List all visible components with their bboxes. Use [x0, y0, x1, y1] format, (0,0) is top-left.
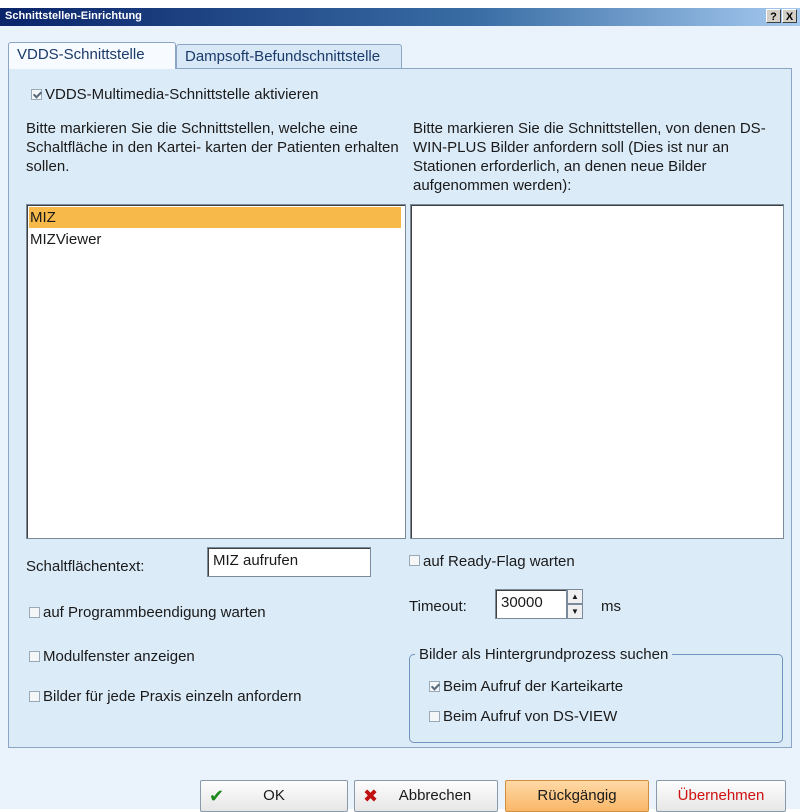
button-text-input[interactable]: MIZ aufrufen — [207, 547, 371, 577]
timeout-label: Timeout: — [409, 598, 467, 615]
button-interfaces-list[interactable]: MIZ MIZViewer — [26, 204, 406, 539]
cancel-button[interactable]: ✖ Abbrechen — [354, 780, 498, 812]
button-text-label: Schaltflächentext: — [26, 558, 145, 575]
tab-vdds[interactable]: VDDS-Schnittstelle — [8, 42, 176, 69]
undo-label: Rückgängig — [537, 787, 617, 804]
timeout-spinner[interactable]: ▲ ▼ — [567, 589, 583, 619]
list-item-mizviewer[interactable]: MIZViewer — [29, 229, 401, 250]
wait-program-end-checkbox[interactable] — [29, 607, 40, 618]
close-button[interactable]: X — [782, 9, 797, 23]
images-per-practice-checkbox[interactable] — [29, 691, 40, 702]
tab-panel-vdds: VDDS-Multimedia-Schnittstelle aktivieren… — [8, 68, 792, 748]
wait-program-end-label: auf Programmbeendigung warten — [43, 604, 266, 621]
background-search-group — [409, 654, 783, 743]
title-bar: Schnittstellen-Einrichtung ? X — [0, 8, 800, 26]
cancel-label: Abbrechen — [398, 787, 472, 804]
timeout-input[interactable]: 30000 — [495, 589, 567, 619]
apply-label: Übernehmen — [677, 787, 765, 804]
images-per-practice-label: Bilder für jede Praxis einzeln anfordern — [43, 688, 302, 705]
show-module-window-checkbox[interactable] — [29, 651, 40, 662]
on-card-open-checkbox[interactable] — [429, 681, 440, 692]
undo-button[interactable]: Rückgängig — [505, 780, 649, 812]
wait-ready-flag-checkbox[interactable] — [409, 555, 420, 566]
on-dsview-open-checkbox[interactable] — [429, 711, 440, 722]
wait-ready-flag-label: auf Ready-Flag warten — [423, 553, 575, 570]
window-title: Schnittstellen-Einrichtung — [5, 10, 142, 22]
spin-down-icon[interactable]: ▼ — [567, 604, 583, 619]
show-module-window-label: Modulfenster anzeigen — [43, 648, 195, 665]
list-item-miz[interactable]: MIZ — [29, 207, 401, 228]
ok-button[interactable]: ✔ OK — [200, 780, 348, 812]
image-request-interfaces-list[interactable] — [410, 204, 784, 539]
right-instruction: Bitte markieren Sie die Schnittstellen, … — [413, 120, 766, 194]
help-button[interactable]: ? — [766, 9, 781, 23]
tab-dampsoft-befund[interactable]: Dampsoft-Befundschnittstelle — [176, 44, 402, 68]
activate-vdds-checkbox[interactable] — [31, 89, 42, 100]
activate-vdds-label: VDDS-Multimedia-Schnittstelle aktivieren — [45, 86, 319, 103]
on-dsview-open-label: Beim Aufruf von DS-VIEW — [443, 708, 618, 725]
timeout-unit: ms — [601, 598, 621, 615]
on-card-open-label: Beim Aufruf der Karteikarte — [443, 678, 624, 695]
checkmark-icon: ✔ — [209, 786, 225, 806]
button-bar: ✔ OK ✖ Abbrechen Rückgängig Übernehmen — [0, 766, 800, 812]
cancel-x-icon: ✖ — [363, 786, 379, 806]
spin-up-icon[interactable]: ▲ — [567, 589, 583, 604]
dialog-body: VDDS-Schnittstelle Dampsoft-Befundschnit… — [0, 26, 800, 812]
ok-label: OK — [263, 787, 285, 804]
background-search-legend: Bilder als Hintergrundprozess suchen — [415, 645, 673, 664]
left-instruction: Bitte markieren Sie die Schnittstellen, … — [26, 120, 399, 175]
apply-button[interactable]: Übernehmen — [656, 780, 786, 812]
